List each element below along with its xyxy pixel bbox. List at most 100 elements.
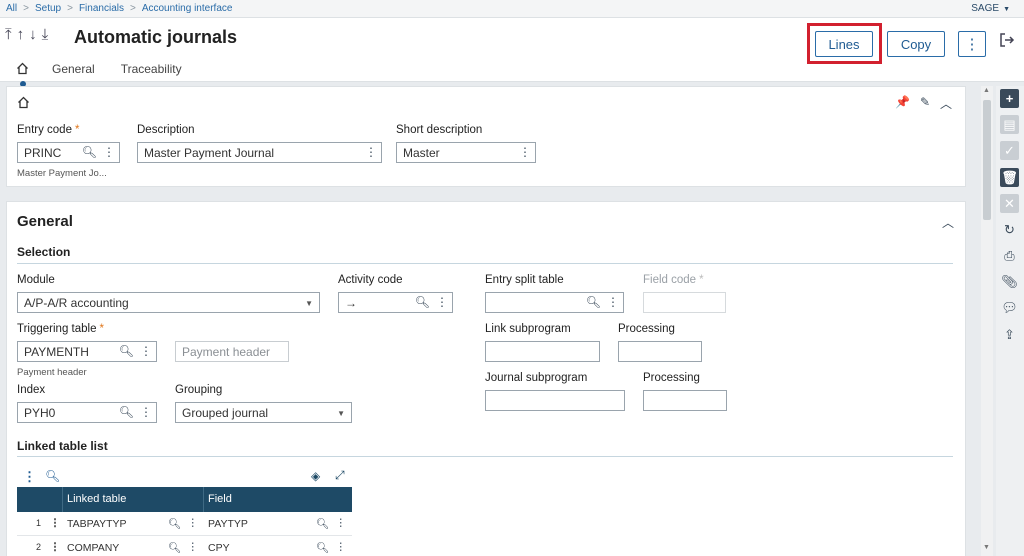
search-icon[interactable]: 🔍︎: [168, 517, 181, 530]
grouping-select[interactable]: Grouped journal ▼: [175, 402, 352, 423]
module-select[interactable]: A/P-A/R accounting ▼: [17, 292, 320, 313]
entry-split-table-field[interactable]: 🔍︎ ⋮: [485, 292, 624, 313]
link-subprogram-field[interactable]: [485, 341, 600, 362]
user-menu[interactable]: SAGE ▼: [971, 3, 1010, 14]
breadcrumb-bar: All > Setup > Financials > Accounting in…: [0, 0, 1024, 18]
grouping-label: Grouping: [175, 384, 223, 396]
cell-linked-table[interactable]: COMPANY 🔍︎ ⋮: [63, 536, 204, 556]
breadcrumb-setup[interactable]: Setup: [35, 3, 61, 14]
entry-code-label: Entry code *: [17, 124, 80, 136]
more-vert-icon[interactable]: ⋮: [436, 295, 448, 309]
processing-field-2[interactable]: [643, 390, 727, 411]
breadcrumb-accounting-interface[interactable]: Accounting interface: [142, 3, 233, 14]
first-record-icon[interactable]: ⤒: [5, 26, 12, 43]
print-icon[interactable]: ⎙: [1000, 246, 1019, 265]
pin-icon[interactable]: 📌: [895, 95, 910, 112]
next-record-icon[interactable]: ↓: [29, 26, 37, 43]
more-vert-icon[interactable]: ⋮: [365, 145, 377, 159]
search-icon[interactable]: 🔍︎: [45, 469, 60, 483]
activity-code-label: Activity code: [338, 274, 403, 286]
more-vert-icon[interactable]: ⋮: [188, 517, 199, 530]
triggering-table-label: Triggering table *: [17, 323, 104, 335]
tab-home[interactable]: [16, 62, 30, 87]
more-vert-icon[interactable]: ⋮: [103, 145, 115, 159]
column-header-field[interactable]: Field: [204, 487, 352, 512]
table-row[interactable]: 2 ⋮ COMPANY 🔍︎ ⋮ CPY 🔍︎ ⋮: [17, 536, 352, 556]
journal-subprogram-field[interactable]: [485, 390, 625, 411]
more-vert-icon[interactable]: ⋮: [23, 469, 36, 485]
search-icon[interactable]: 🔍︎: [586, 295, 601, 309]
cell-linked-table-value: COMPANY: [67, 542, 120, 554]
row-actions-icon[interactable]: ⋮: [47, 536, 63, 556]
exit-icon[interactable]: [999, 32, 1019, 52]
check-icon: ✓: [1000, 141, 1019, 160]
lines-button[interactable]: Lines: [815, 31, 873, 57]
comment-icon[interactable]: 💬︎: [1000, 298, 1019, 317]
more-vert-icon[interactable]: ⋮: [607, 295, 619, 309]
close-icon: ✕: [1000, 194, 1019, 213]
card-tools: 📌 ✎ ︿: [895, 95, 952, 112]
triggering-table-field[interactable]: PAYMENTH 🔍︎ ⋮: [17, 341, 157, 362]
search-icon[interactable]: 🔍︎: [82, 145, 97, 159]
tab-general[interactable]: General: [52, 62, 95, 76]
more-vert-icon: ⋮: [964, 36, 980, 53]
edit-icon[interactable]: ✎: [920, 95, 930, 112]
group-title-linked-table-list: Linked table list: [17, 439, 108, 453]
more-vert-icon[interactable]: ⋮: [519, 145, 531, 159]
more-vert-icon[interactable]: ⋮: [336, 517, 347, 530]
user-name: SAGE: [971, 3, 1000, 14]
breadcrumb-financials[interactable]: Financials: [79, 3, 124, 14]
tab-traceability[interactable]: Traceability: [121, 62, 182, 76]
column-header-linked-table[interactable]: Linked table: [63, 487, 204, 512]
previous-record-icon[interactable]: ↑: [17, 26, 25, 43]
search-icon[interactable]: 🔍︎: [415, 295, 430, 309]
grid-header-corner: [17, 487, 63, 512]
description-field[interactable]: Master Payment Journal ⋮: [137, 142, 382, 163]
scrollbar-thumb[interactable]: [983, 100, 991, 220]
search-icon[interactable]: 🔍︎: [168, 541, 181, 554]
short-description-label: Short description: [396, 124, 483, 136]
section-title-general: General: [17, 213, 73, 230]
processing-field[interactable]: [618, 341, 702, 362]
breadcrumb-all[interactable]: All: [6, 3, 17, 14]
scroll-up-icon[interactable]: ▲: [983, 87, 990, 94]
expand-icon[interactable]: ⤢: [335, 468, 345, 483]
cell-field[interactable]: CPY 🔍︎ ⋮: [204, 536, 352, 556]
more-vert-icon[interactable]: ⋮: [336, 541, 347, 554]
plus-icon[interactable]: +: [1000, 89, 1019, 108]
more-actions-button[interactable]: ⋮: [958, 31, 986, 57]
refresh-icon[interactable]: ↻: [1000, 220, 1019, 239]
more-vert-icon[interactable]: ⋮: [140, 405, 152, 419]
last-record-icon[interactable]: ⤓: [42, 26, 49, 43]
attach-icon[interactable]: 📎︎: [1000, 272, 1019, 291]
more-vert-icon[interactable]: ⋮: [188, 541, 199, 554]
chevron-up-icon[interactable]: ︿: [940, 95, 952, 112]
grid-toolbar: ⋮ 🔍︎ ◈ ⤢: [17, 467, 352, 487]
search-icon[interactable]: 🔍︎: [119, 405, 134, 419]
scroll-down-icon[interactable]: ▼: [983, 544, 990, 551]
search-icon[interactable]: 🔍︎: [119, 344, 134, 358]
cell-field[interactable]: PAYTYP 🔍︎ ⋮: [204, 512, 352, 535]
table-row[interactable]: 1 ⋮ TABPAYTYP 🔍︎ ⋮ PAYTYP 🔍︎ ⋮: [17, 512, 352, 536]
cell-linked-table[interactable]: TABPAYTYP 🔍︎ ⋮: [63, 512, 204, 535]
more-vert-icon[interactable]: ⋮: [140, 344, 152, 358]
entry-code-field[interactable]: PRINC 🔍︎ ⋮: [17, 142, 120, 163]
trash-icon[interactable]: 🗑︎: [1000, 168, 1019, 187]
layers-icon[interactable]: ◈: [311, 469, 320, 483]
search-icon[interactable]: 🔍︎: [316, 541, 329, 554]
activity-code-field[interactable]: → 🔍︎ ⋮: [338, 292, 453, 313]
grouping-value: Grouped journal: [182, 405, 269, 420]
search-icon[interactable]: 🔍︎: [316, 517, 329, 530]
save-icon: ▤: [1000, 115, 1019, 134]
required-icon: *: [99, 323, 104, 335]
chevron-up-icon[interactable]: ︿: [942, 214, 954, 231]
record-navigation: ⤒ ↑ ↓ ⤓: [5, 26, 48, 43]
copy-button[interactable]: Copy: [887, 31, 945, 57]
short-description-field[interactable]: Master ⋮: [396, 142, 536, 163]
index-field[interactable]: PYH0 🔍︎ ⋮: [17, 402, 157, 423]
index-value: PYH0: [24, 405, 56, 420]
row-actions-icon[interactable]: ⋮: [47, 512, 63, 535]
export-icon[interactable]: ⇪: [1000, 325, 1019, 344]
scrollbar[interactable]: ▲ ▼: [981, 86, 993, 556]
processing-label-2: Processing: [643, 372, 700, 384]
